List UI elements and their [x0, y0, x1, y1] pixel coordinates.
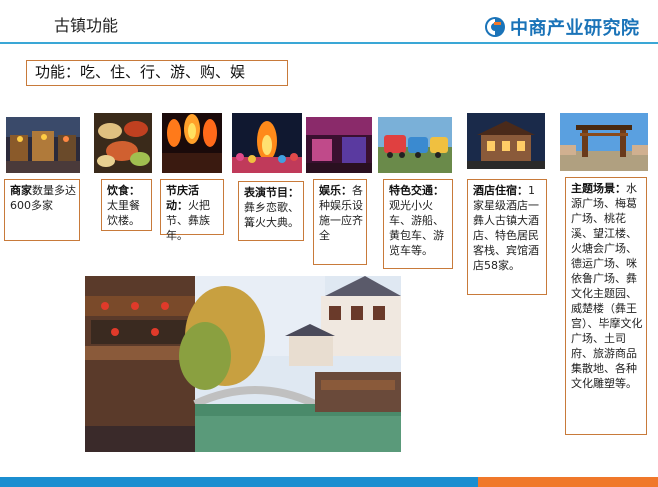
brand-logo: 中商产业研究院 [484, 14, 640, 40]
photo-bonfire-show [232, 113, 302, 173]
card-desc: 水源广场、梅葛广场、桃花溪、望江楼、火塘会广场、德运广场、咪依鲁广场、彝文化主题… [571, 182, 643, 390]
photo-theme-gate [560, 113, 648, 171]
card-merchants: 商家数量多达600多家 [4, 179, 80, 241]
photo-torch-festival [162, 113, 222, 173]
photo-street-shops [6, 117, 80, 173]
card-hotels: 酒店住宿：1家星级酒店一彝人古镇大酒店、特色居民客栈、宾馆酒店58家。 [467, 179, 547, 295]
footer-bar-orange [478, 477, 658, 487]
photo-food-dishes [94, 113, 152, 173]
page-title: 古镇功能 [54, 16, 119, 35]
logo-icon [485, 17, 505, 37]
card-desc: 彝乡恋歌、篝火大典。 [244, 201, 299, 229]
photo-ancient-town-canal [85, 276, 401, 452]
card-title: 特色交通： [389, 184, 444, 197]
photo-sightseeing-train [378, 117, 452, 173]
card-festivals: 节庆活动：火把节、彝族年。 [160, 179, 224, 242]
card-performances: 表演节目： 彝乡恋歌、篝火大典。 [238, 181, 304, 241]
card-transport: 特色交通： 观光小火车、游船、黄包车、游览车等。 [383, 179, 453, 269]
card-title: 娱乐： [319, 184, 352, 197]
card-theme-scenes: 主题场景：水源广场、梅葛广场、桃花溪、望江楼、火塘会广场、德运广场、咪依鲁广场、… [565, 177, 647, 435]
photo-hotel [467, 113, 545, 169]
footer-bar-blue [0, 477, 478, 487]
card-dining: 饮食： 太里餐饮楼。 [101, 179, 152, 231]
function-summary-box: 功能：吃、住、行、游、购、娱 [26, 60, 288, 86]
card-desc: 1家星级酒店一彝人古镇大酒店、特色居民客栈、宾馆酒店58家。 [473, 184, 539, 272]
card-desc: 太里餐饮楼。 [107, 199, 140, 227]
card-title: 主题场景： [571, 182, 626, 195]
card-desc: 观光小火车、游船、黄包车、游览车等。 [389, 199, 444, 257]
photo-entertainment [306, 117, 372, 173]
header-divider [0, 42, 658, 44]
card-entertainment: 娱乐：各种娱乐设施一应齐全 [313, 179, 367, 265]
card-title: 表演节目： [244, 186, 299, 199]
card-title: 商家 [10, 184, 32, 197]
logo-text: 中商产业研究院 [510, 18, 640, 39]
card-title: 饮食： [107, 184, 140, 197]
card-title: 酒店住宿： [473, 184, 528, 197]
